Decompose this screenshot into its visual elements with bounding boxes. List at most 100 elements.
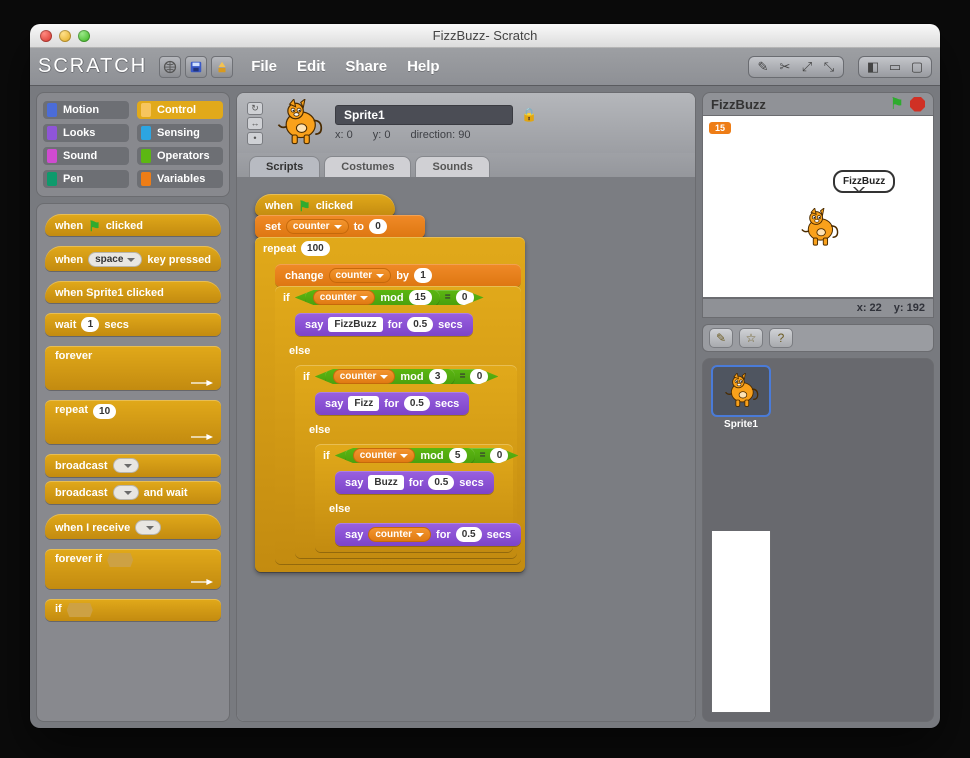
new-sprite-bar: ✎ ☆ ? (702, 324, 934, 352)
sprite-library: Sprite1 Stage (702, 358, 934, 722)
message-dropdown[interactable] (135, 520, 161, 535)
rotation-style-buttons: ↻ ↔ • (247, 102, 263, 145)
sprite-thumbnail (273, 97, 325, 149)
cut-icon[interactable]: ✂ (775, 56, 795, 78)
middle-column: ↻ ↔ • 🔒 x: 0 y: 0 direction: 90 (236, 92, 696, 722)
block-say-buzz[interactable]: say Buzz for 0.5 secs (335, 471, 494, 494)
paint-new-sprite-icon[interactable]: ✎ (709, 328, 733, 348)
stage[interactable]: 15 FizzBuzz (702, 116, 934, 298)
palette-if[interactable]: if (45, 599, 221, 621)
palette-when-receive[interactable]: when I receive (45, 514, 221, 539)
palette-forever[interactable]: forever (45, 346, 221, 390)
bool-slot[interactable] (107, 553, 133, 567)
view-normal-stage-icon[interactable]: ▭ (885, 56, 905, 78)
speech-bubble: FizzBuzz (833, 170, 895, 193)
category-control[interactable]: Control (137, 101, 223, 119)
operator-equals[interactable]: counter mod 3 = 0 (315, 369, 499, 384)
palette-broadcast[interactable]: broadcast (45, 454, 221, 477)
green-flag-button[interactable]: ⚑ (890, 94, 904, 114)
menu-help[interactable]: Help (399, 58, 448, 75)
category-looks[interactable]: Looks (43, 124, 129, 142)
rotate-360-icon[interactable]: ↻ (247, 102, 263, 115)
surprise-sprite-icon[interactable]: ? (769, 328, 793, 348)
tab-scripts[interactable]: Scripts (249, 156, 320, 177)
block-change-var[interactable]: change counter by 1 (275, 264, 521, 287)
category-label: Variables (157, 173, 205, 185)
category-pen[interactable]: Pen (43, 170, 129, 188)
share-upload-icon[interactable] (211, 56, 233, 78)
script-stack[interactable]: when ⚑ clicked set counter to 0 rep (255, 195, 525, 572)
block-set-var[interactable]: set counter to 0 (255, 215, 425, 238)
library-item-label: Sprite1 (724, 419, 758, 430)
block-if-else-5[interactable]: if counter mod 5 (315, 444, 513, 552)
key-dropdown[interactable]: space (88, 252, 142, 267)
var-dropdown[interactable]: counter (286, 219, 349, 234)
library-item-sprite1[interactable]: Sprite1 (711, 367, 771, 430)
save-icon[interactable] (185, 56, 207, 78)
library-item-stage[interactable]: Stage (711, 531, 771, 713)
stop-button[interactable] (910, 97, 925, 112)
block-palette: when ⚑ clicked when space key pressed wh… (36, 203, 230, 722)
tab-costumes[interactable]: Costumes (324, 156, 411, 177)
scripts-area[interactable]: when ⚑ clicked set counter to 0 rep (237, 177, 695, 721)
scratch-logo: SCRATCH (38, 55, 147, 78)
palette-wait[interactable]: wait 1 secs (45, 313, 221, 336)
minimize-icon[interactable] (59, 30, 71, 42)
operator-equals[interactable]: counter mod 15 = 0 (295, 290, 484, 305)
block-repeat[interactable]: repeat 100 change counter by 1 (255, 237, 525, 572)
palette-when-sprite-clicked[interactable]: when Sprite1 clicked (45, 281, 221, 303)
tab-sounds[interactable]: Sounds (415, 156, 489, 177)
category-operators[interactable]: Operators (137, 147, 223, 165)
block-say-fizz[interactable]: say Fizz for 0.5 secs (315, 392, 469, 415)
zoom-icon[interactable] (78, 30, 90, 42)
stage-header: FizzBuzz ⚑ (702, 92, 934, 116)
block-when-flag-clicked[interactable]: when ⚑ clicked (255, 194, 395, 216)
block-if-else-15[interactable]: if counter mod 15 = 0 (275, 286, 521, 564)
broadcast-dropdown[interactable] (113, 485, 139, 500)
block-say-fizzbuzz[interactable]: say FizzBuzz for 0.5 secs (295, 313, 473, 336)
palette-forever-if[interactable]: forever if (45, 549, 221, 589)
category-motion[interactable]: Motion (43, 101, 129, 119)
rotate-none-icon[interactable]: • (247, 132, 263, 145)
toolbar-view-group: ◧ ▭ ▢ (858, 56, 932, 78)
globe-icon[interactable] (159, 56, 181, 78)
var-dropdown[interactable]: counter (329, 268, 392, 283)
palette-broadcast-wait[interactable]: broadcast and wait (45, 481, 221, 504)
bool-slot[interactable] (67, 603, 93, 617)
menu-edit[interactable]: Edit (289, 58, 333, 75)
category-variables[interactable]: Variables (137, 170, 223, 188)
menu-share[interactable]: Share (337, 58, 395, 75)
palette-repeat[interactable]: repeat 10 (45, 400, 221, 444)
shrink-icon[interactable]: ⤡ (819, 56, 839, 78)
library-item-label: Stage (727, 583, 754, 594)
rotate-flip-icon[interactable]: ↔ (247, 117, 263, 130)
mac-window: FizzBuzz- Scratch SCRATCH File Edit Shar… (30, 24, 940, 728)
lock-icon[interactable]: 🔒 (521, 107, 537, 123)
category-label: Sensing (157, 127, 200, 139)
block-if-else-3[interactable]: if counter mod 3 = (295, 365, 517, 558)
stamp-icon[interactable]: ✎ (753, 56, 773, 78)
block-say-counter[interactable]: say counter for 0.5 secs (335, 523, 521, 546)
mac-titlebar: FizzBuzz- Scratch (30, 24, 940, 48)
view-small-stage-icon[interactable]: ◧ (863, 56, 883, 78)
sprite-name-input[interactable] (335, 105, 513, 125)
stage-sprite-cat[interactable] (799, 208, 839, 251)
broadcast-dropdown[interactable] (113, 458, 139, 473)
category-sound[interactable]: Sound (43, 147, 129, 165)
choose-sprite-file-icon[interactable]: ☆ (739, 328, 763, 348)
presentation-icon[interactable]: ▢ (907, 56, 927, 78)
close-icon[interactable] (40, 30, 52, 42)
left-column: Motion Control Looks Sensing Sound Opera… (36, 92, 230, 722)
sprite-meta: 🔒 x: 0 y: 0 direction: 90 (335, 105, 537, 141)
palette-when-key-pressed[interactable]: when space key pressed (45, 246, 221, 271)
palette-when-flag-clicked[interactable]: when ⚑ clicked (45, 214, 221, 236)
grow-icon[interactable]: ⤢ (797, 56, 817, 78)
category-sensing[interactable]: Sensing (137, 124, 223, 142)
category-label: Pen (63, 173, 83, 185)
menu-bar: SCRATCH File Edit Share Help ✎ ✂ ⤢ ⤡ ◧ ▭… (30, 48, 940, 86)
operator-equals[interactable]: counter mod 5 = 0 (335, 448, 519, 463)
stage-variable-counter[interactable]: 15 (709, 122, 731, 134)
window-title: FizzBuzz- Scratch (30, 28, 940, 43)
menu-file[interactable]: File (243, 58, 285, 75)
category-label: Sound (63, 150, 97, 162)
